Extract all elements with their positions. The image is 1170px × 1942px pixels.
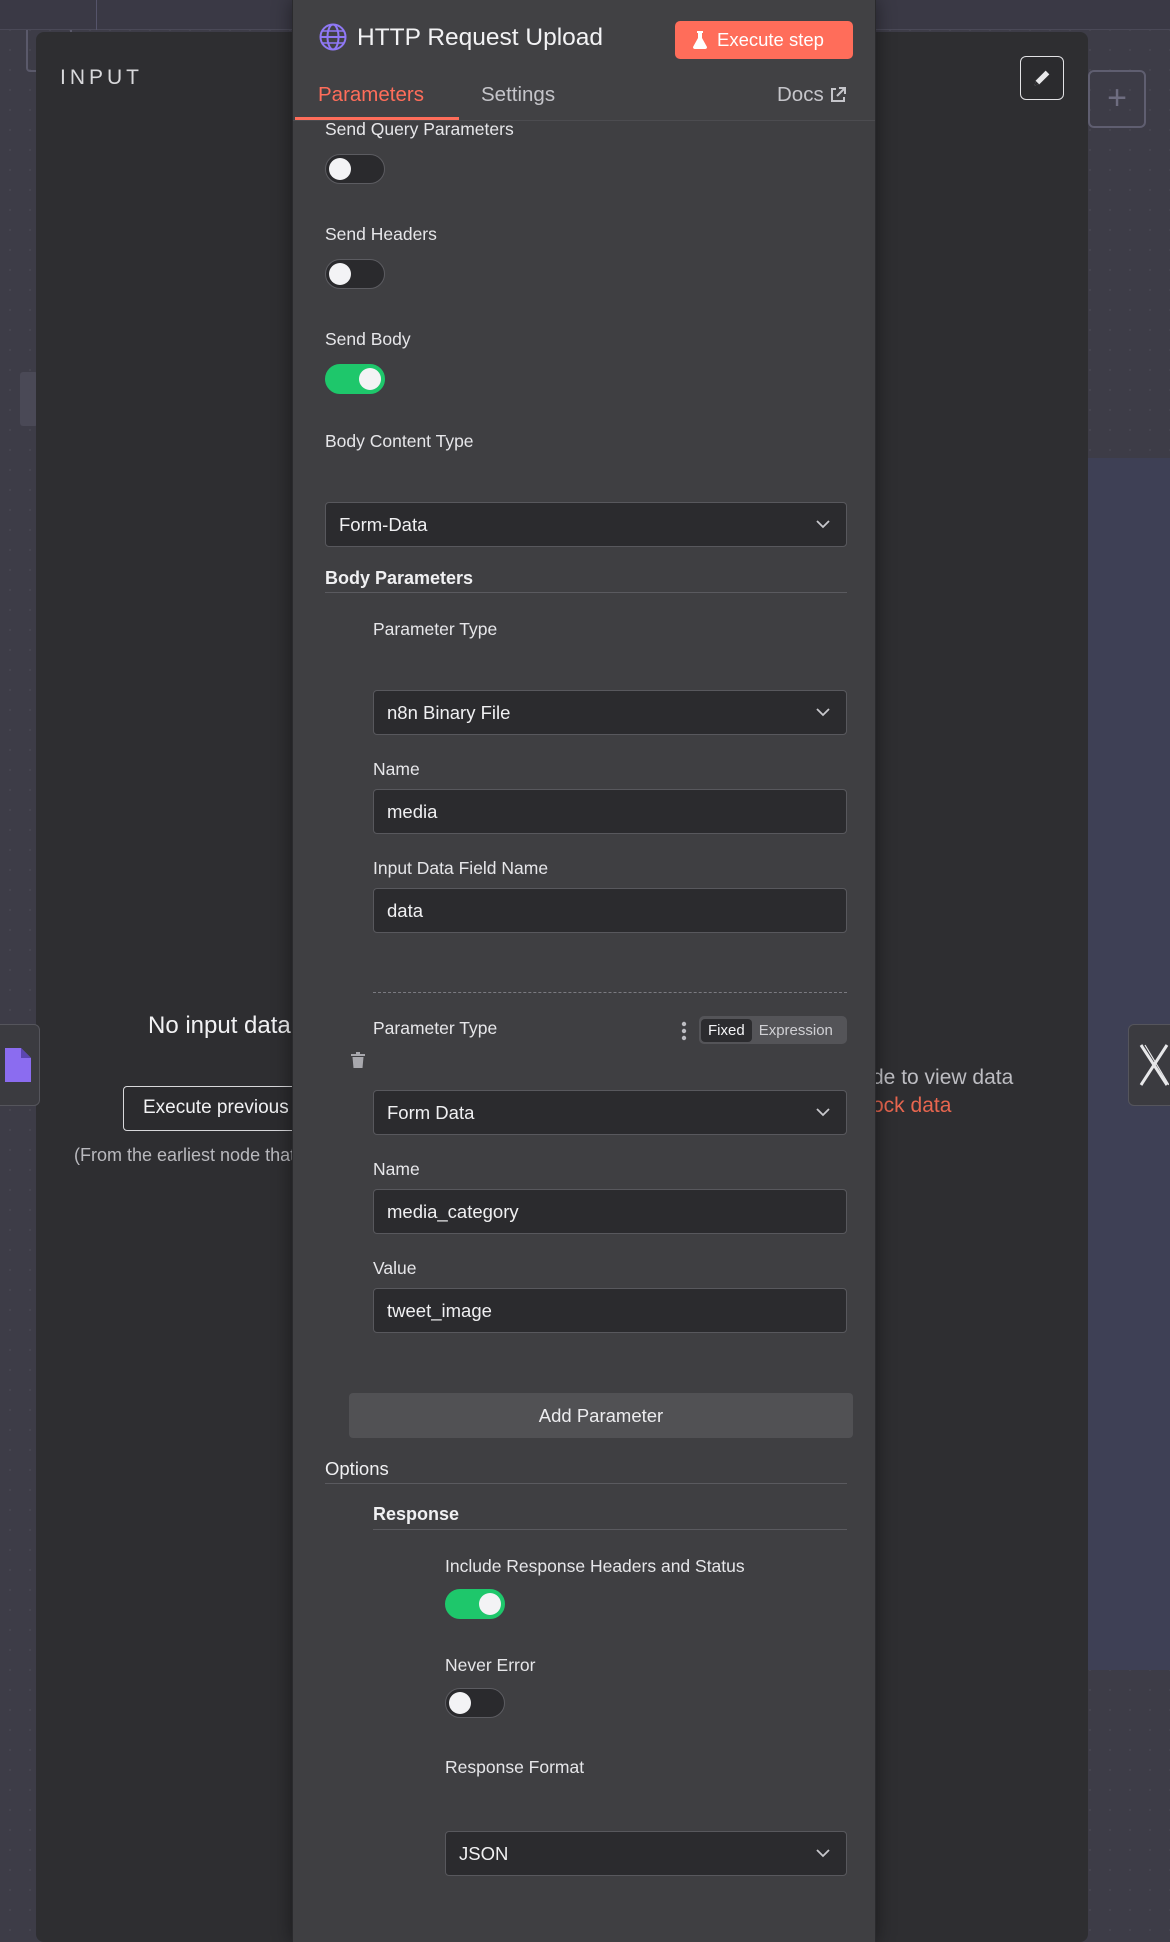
body-parameters-divider — [325, 592, 847, 593]
parameter-type-value: Form Data — [387, 1102, 475, 1123]
response-divider — [373, 1529, 847, 1530]
response-label: Response — [373, 1504, 460, 1524]
body-content-type-value: Form-Data — [339, 514, 428, 535]
parameter-type-select[interactable]: n8n Binary File — [373, 690, 847, 735]
name-input[interactable]: media — [373, 789, 847, 834]
chevron-down-icon — [816, 1849, 830, 1858]
options-divider — [325, 1483, 847, 1484]
name-label: Name — [373, 759, 420, 779]
chevron-down-icon — [816, 520, 830, 529]
execute-step-button[interactable]: Execute step — [675, 21, 853, 59]
execute-previous-nodes-button[interactable]: Execute previous nodes — [123, 1086, 313, 1131]
send-body-label: Send Body — [325, 329, 411, 349]
execute-step-label: Execute step — [717, 29, 824, 50]
parameters-panel: HTTP Request Upload Execute step Paramet… — [292, 0, 876, 1942]
name-input[interactable]: media_category — [373, 1189, 847, 1234]
external-link-icon — [830, 87, 846, 102]
tab-settings[interactable]: Settings — [481, 83, 555, 107]
name-label: Name — [373, 1159, 420, 1179]
value-label: Value — [373, 1258, 417, 1278]
toggle-knob — [359, 368, 381, 390]
include-response-headers-toggle[interactable] — [445, 1589, 505, 1619]
add-node-plus-icon[interactable]: + — [1088, 70, 1146, 128]
toggle-knob — [449, 1692, 471, 1714]
set-mock-data-link[interactable]: ock data — [872, 1094, 951, 1118]
response-format-select[interactable]: JSON — [445, 1831, 847, 1876]
body-parameters-label: Body Parameters — [325, 568, 474, 588]
previous-node-tab[interactable] — [0, 1024, 40, 1106]
globe-icon — [319, 23, 347, 51]
response-format-value: JSON — [459, 1843, 509, 1864]
input-data-field-name-input[interactable]: data — [373, 888, 847, 933]
edit-output-button[interactable] — [1020, 56, 1064, 100]
docs-label: Docs — [777, 83, 824, 106]
never-error-toggle[interactable] — [445, 1688, 505, 1718]
toggle-knob — [329, 158, 351, 180]
parameter-type-value: n8n Binary File — [387, 702, 511, 723]
output-view-data-hint: de to view data — [872, 1066, 1014, 1089]
send-headers-toggle[interactable] — [325, 259, 385, 289]
mode-expression[interactable]: Expression — [752, 1019, 840, 1042]
send-query-toggle[interactable] — [325, 154, 385, 184]
include-response-headers-label: Include Response Headers and Status — [445, 1556, 745, 1576]
options-label: Options — [325, 1458, 389, 1479]
response-format-label: Response Format — [445, 1757, 585, 1777]
toggle-knob — [479, 1593, 501, 1615]
tab-parameters[interactable]: Parameters — [318, 83, 424, 107]
chevron-down-icon — [816, 1108, 830, 1117]
pencil-icon — [1034, 70, 1050, 86]
mode-fixed[interactable]: Fixed — [701, 1018, 752, 1042]
send-headers-label: Send Headers — [325, 224, 437, 244]
docs-link[interactable]: Docs — [777, 83, 846, 107]
parameter-type-label: Parameter Type — [373, 1018, 498, 1038]
parameter-type-label: Parameter Type — [373, 619, 498, 639]
top-bar-divider — [96, 0, 97, 30]
trash-icon[interactable] — [351, 1052, 365, 1068]
value-input[interactable]: tweet_image — [373, 1288, 847, 1333]
parameter-type-select[interactable]: Form Data — [373, 1090, 847, 1135]
toggle-knob — [329, 263, 351, 285]
x-logo-icon — [1139, 1044, 1169, 1086]
chevron-down-icon — [816, 708, 830, 717]
body-content-type-select[interactable]: Form-Data — [325, 502, 847, 547]
send-body-toggle[interactable] — [325, 364, 385, 394]
file-icon — [5, 1048, 31, 1082]
no-input-data-title: No input data — [148, 1012, 291, 1039]
send-query-label: Send Query Parameters — [325, 119, 514, 139]
node-title[interactable]: HTTP Request Upload — [357, 24, 603, 52]
never-error-label: Never Error — [445, 1655, 536, 1675]
input-data-field-name-label: Input Data Field Name — [373, 858, 549, 878]
next-node-tab[interactable] — [1128, 1024, 1170, 1106]
panel-header: HTTP Request Upload Execute step Paramet… — [293, 0, 875, 121]
add-parameter-button[interactable]: Add Parameter — [349, 1393, 853, 1438]
parameter-separator — [373, 992, 847, 993]
flask-icon — [693, 31, 707, 49]
body-content-type-label: Body Content Type — [325, 431, 474, 451]
more-options-icon[interactable] — [681, 1021, 687, 1041]
fixed-expression-toggle[interactable]: Fixed Expression — [699, 1016, 847, 1044]
input-panel-title: INPUT — [60, 66, 143, 89]
